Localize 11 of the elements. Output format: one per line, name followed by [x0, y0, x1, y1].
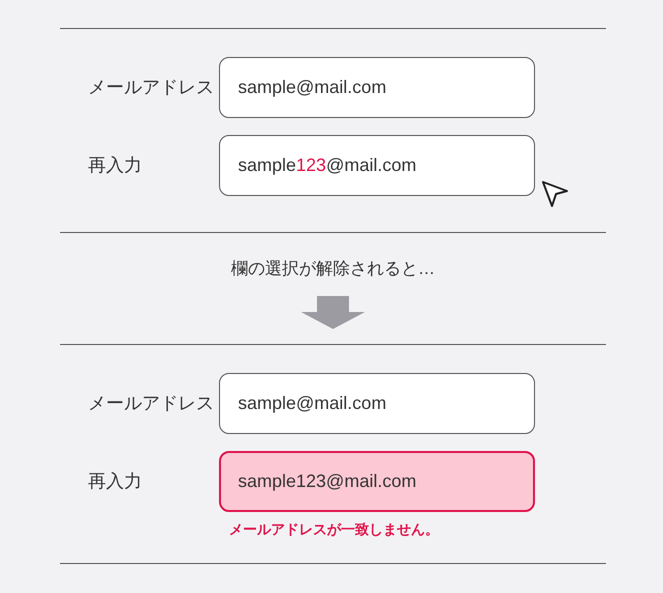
- field-label: メールアドレス: [87, 392, 215, 415]
- field-label: 再入力: [87, 154, 143, 177]
- input-field[interactable]: sample@mail.com: [219, 57, 535, 118]
- caption: 欄の選択が解除されると…: [231, 258, 435, 280]
- field-label: 再入力: [87, 470, 143, 493]
- field-label: メールアドレス: [87, 76, 215, 99]
- down-arrow-icon: [301, 296, 365, 329]
- input-field[interactable]: sample123@mail.com: [219, 135, 535, 196]
- error-message: メールアドレスが一致しません。: [229, 521, 439, 539]
- input-field[interactable]: sample@mail.com: [219, 373, 535, 434]
- input-field[interactable]: sample123@mail.com: [219, 451, 535, 512]
